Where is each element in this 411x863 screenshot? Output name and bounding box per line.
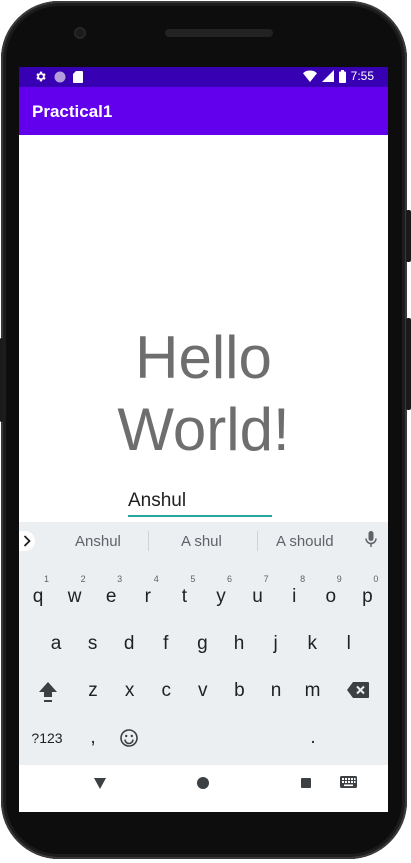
hello-world-text: Hello World! xyxy=(19,322,388,466)
key-number-hint: 4 xyxy=(153,574,159,584)
key-label: i xyxy=(292,586,297,607)
power-button xyxy=(406,210,411,262)
key-number-hint: 5 xyxy=(190,574,196,584)
name-input[interactable] xyxy=(128,487,272,517)
key-u[interactable]: u7 xyxy=(240,574,276,615)
circle-notification-icon xyxy=(54,71,66,82)
status-time: 7:55 xyxy=(350,69,374,83)
volume-button xyxy=(406,318,411,410)
key-r[interactable]: r4 xyxy=(130,574,166,615)
hello-line-2: World! xyxy=(117,396,290,463)
key-i[interactable]: i8 xyxy=(276,574,312,615)
app-bar: Practical1 xyxy=(19,87,388,135)
signal-icon xyxy=(321,70,334,82)
chevron-right-icon[interactable] xyxy=(19,531,35,551)
key-number-hint: 9 xyxy=(336,574,342,584)
suggestion-divider xyxy=(257,531,258,551)
emoji-icon xyxy=(120,729,138,747)
key-m[interactable]: m xyxy=(295,669,331,709)
key-c[interactable]: c xyxy=(148,669,184,709)
key-x[interactable]: x xyxy=(112,669,148,709)
screen: 7:55 Practical1 Hello World! Anshul A sh… xyxy=(19,67,388,812)
key-number-hint: 7 xyxy=(263,574,269,584)
key-v[interactable]: v xyxy=(185,669,221,709)
key-t[interactable]: t5 xyxy=(166,574,202,615)
key-number-hint: 2 xyxy=(80,574,86,584)
recents-icon[interactable] xyxy=(301,778,311,788)
battery-icon xyxy=(338,69,346,83)
keyboard-icon[interactable] xyxy=(340,776,357,788)
shift-key[interactable] xyxy=(30,669,66,709)
key-n[interactable]: n xyxy=(258,669,294,709)
suggestion-1[interactable]: Anshul xyxy=(75,533,121,550)
key-label: w xyxy=(67,586,82,607)
key-label: t xyxy=(181,586,188,607)
key-o[interactable]: o9 xyxy=(313,574,349,615)
home-icon[interactable] xyxy=(197,777,209,789)
key-label: q xyxy=(32,586,44,607)
key-label: y xyxy=(216,586,226,607)
key-number-hint: 0 xyxy=(373,574,379,584)
key-q[interactable]: q1 xyxy=(20,574,56,615)
key-a[interactable]: a xyxy=(38,622,74,662)
backspace-key[interactable] xyxy=(340,669,376,709)
suggestion-3[interactable]: A should xyxy=(276,533,334,550)
key-label: o xyxy=(325,586,337,607)
key-number-hint: 3 xyxy=(117,574,123,584)
key-p[interactable]: p0 xyxy=(349,574,385,615)
back-icon[interactable] xyxy=(94,778,106,789)
key-label: r xyxy=(144,586,151,607)
key-number-hint: 1 xyxy=(43,574,49,584)
key-f[interactable]: f xyxy=(148,622,184,662)
period-key[interactable]: . xyxy=(295,716,331,756)
soft-keyboard: Anshul A shul A should q1w2e3r4t5y6u7i8o… xyxy=(19,522,388,812)
backspace-icon xyxy=(347,682,369,698)
status-bar: 7:55 xyxy=(19,67,388,87)
key-e[interactable]: e3 xyxy=(93,574,129,615)
key-g[interactable]: g xyxy=(184,622,220,662)
hello-line-1: Hello xyxy=(135,324,272,391)
sim-card-icon xyxy=(73,70,83,83)
key-l[interactable]: l xyxy=(331,622,367,662)
key-d[interactable]: d xyxy=(111,622,147,662)
key-number-hint: 8 xyxy=(300,574,306,584)
key-y[interactable]: y6 xyxy=(203,574,239,615)
suggestion-strip: Anshul A shul A should xyxy=(19,522,388,559)
comma-key[interactable]: , xyxy=(75,716,111,756)
key-h[interactable]: h xyxy=(221,622,257,662)
emoji-key[interactable] xyxy=(111,716,147,756)
shift-icon xyxy=(39,682,57,702)
key-j[interactable]: j xyxy=(258,622,294,662)
front-camera xyxy=(74,27,86,39)
key-w[interactable]: w2 xyxy=(57,574,93,615)
symbols-key[interactable]: ?123 xyxy=(27,716,67,756)
key-z[interactable]: z xyxy=(75,669,111,709)
key-label: p xyxy=(362,586,373,607)
earpiece-speaker xyxy=(165,29,273,37)
key-s[interactable]: s xyxy=(75,622,111,662)
key-b[interactable]: b xyxy=(221,669,257,709)
navigation-bar xyxy=(19,765,388,812)
suggestion-2[interactable]: A shul xyxy=(181,533,222,550)
app-title: Practical1 xyxy=(32,102,113,121)
settings-icon xyxy=(36,71,46,82)
key-number-hint: 6 xyxy=(226,574,232,584)
mic-icon[interactable] xyxy=(365,531,377,548)
wifi-icon xyxy=(302,70,317,82)
left-side-button xyxy=(0,338,3,422)
key-label: e xyxy=(105,586,117,607)
key-label: u xyxy=(252,586,263,607)
suggestion-divider xyxy=(148,531,149,551)
key-k[interactable]: k xyxy=(294,622,330,662)
